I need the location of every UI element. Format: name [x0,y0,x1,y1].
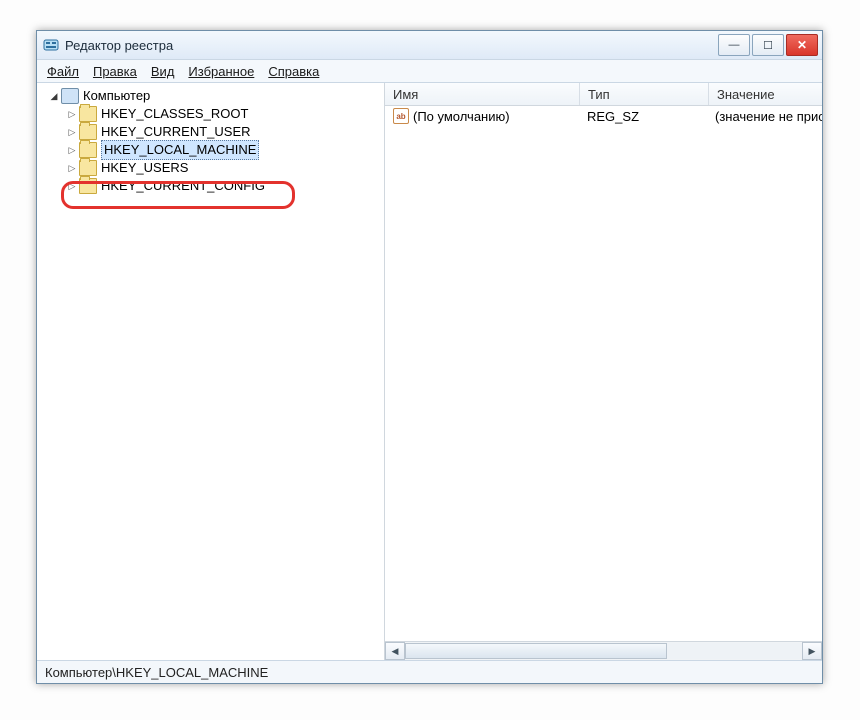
computer-icon [61,88,79,104]
string-value-icon: ab [393,108,409,124]
expand-icon[interactable]: ▷ [67,145,77,155]
menu-bar: Файл Правка Вид Избранное Справка [37,59,822,83]
tree-node-hklm[interactable]: ▷ HKEY_LOCAL_MACHINE [37,141,384,159]
value-list: Имя Тип Значение ab (По умолчанию) REG_S… [385,83,822,660]
tree-node-hkcu[interactable]: ▷ HKEY_CURRENT_USER [37,123,384,141]
tree-label: HKEY_CLASSES_ROOT [101,105,248,123]
header-value[interactable]: Значение [709,83,822,105]
tree-node-hkcr[interactable]: ▷ HKEY_CLASSES_ROOT [37,105,384,123]
header-type[interactable]: Тип [580,83,709,105]
cell-value: (значение не присво [707,109,822,124]
status-text: Компьютер\HKEY_LOCAL_MACHINE [45,665,268,680]
cell-type: REG_SZ [579,109,707,124]
close-button[interactable]: ✕ [786,34,818,56]
minimize-button[interactable]: — [718,34,750,56]
tree-label: HKEY_CURRENT_USER [101,123,251,141]
tree-label: HKEY_USERS [101,159,188,177]
tree-label: Компьютер [83,87,150,105]
status-bar: Компьютер\HKEY_LOCAL_MACHINE [37,660,822,683]
window-title: Редактор реестра [65,38,718,53]
expand-icon[interactable]: ▷ [67,181,77,191]
expand-icon[interactable]: ▷ [67,109,77,119]
scroll-left-button[interactable]: ◀ [385,642,405,660]
list-header: Имя Тип Значение [385,83,822,106]
tree-node-computer[interactable]: ◢ Компьютер [37,87,384,105]
menu-view[interactable]: Вид [151,64,175,79]
tree-label: HKEY_CURRENT_CONFIG [101,177,265,195]
expand-icon[interactable]: ▷ [67,163,77,173]
expand-icon[interactable]: ▷ [67,127,77,137]
menu-help[interactable]: Справка [268,64,319,79]
tree-node-hku[interactable]: ▷ HKEY_USERS [37,159,384,177]
list-row[interactable]: ab (По умолчанию) REG_SZ (значение не пр… [385,106,822,126]
folder-icon [79,178,97,194]
header-name[interactable]: Имя [385,83,580,105]
folder-icon [79,142,97,158]
folder-icon [79,106,97,122]
app-icon [43,37,59,53]
list-rows[interactable]: ab (По умолчанию) REG_SZ (значение не пр… [385,106,822,641]
menu-favorites[interactable]: Избранное [188,64,254,79]
folder-icon [79,160,97,176]
title-bar[interactable]: Редактор реестра — ☐ ✕ [37,31,822,59]
horizontal-scrollbar[interactable]: ◀ ▶ [385,641,822,660]
regedit-window: Редактор реестра — ☐ ✕ Файл Правка Вид И… [36,30,823,684]
scroll-thumb[interactable] [405,643,667,659]
menu-edit[interactable]: Правка [93,64,137,79]
scroll-track[interactable] [405,643,802,659]
client-area: ◢ Компьютер ▷ HKEY_CLASSES_ROOT ▷ HKEY_C… [37,83,822,660]
cell-name: (По умолчанию) [413,109,510,124]
menu-file[interactable]: Файл [47,64,79,79]
expand-icon[interactable]: ◢ [49,91,59,101]
scroll-right-button[interactable]: ▶ [802,642,822,660]
maximize-button[interactable]: ☐ [752,34,784,56]
tree-label: HKEY_LOCAL_MACHINE [101,140,259,160]
registry-tree[interactable]: ◢ Компьютер ▷ HKEY_CLASSES_ROOT ▷ HKEY_C… [37,83,385,660]
tree-node-hkcc[interactable]: ▷ HKEY_CURRENT_CONFIG [37,177,384,195]
folder-icon [79,124,97,140]
